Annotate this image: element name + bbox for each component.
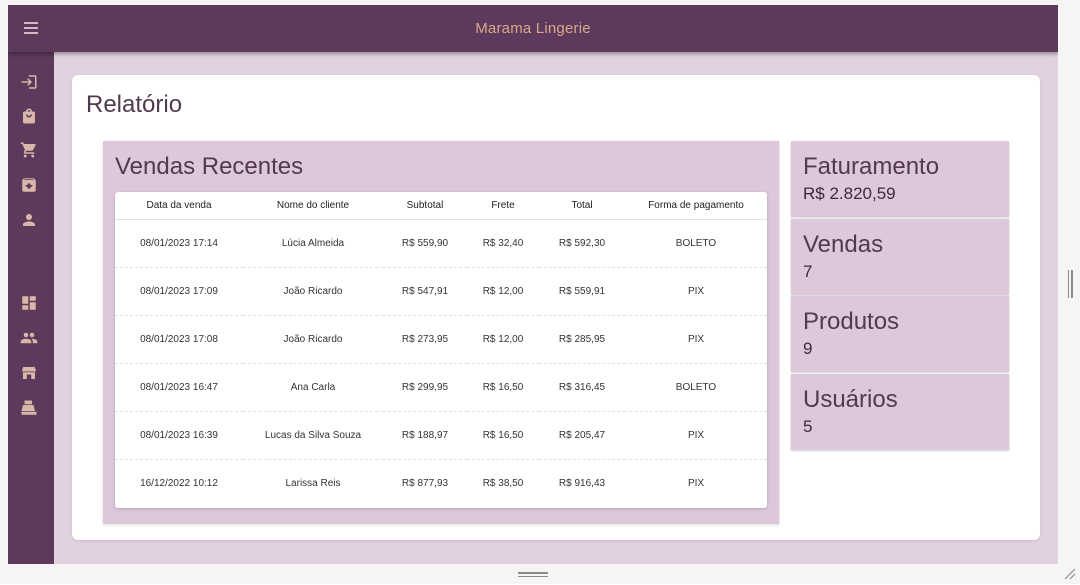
stat-card-products: Produtos 9 <box>791 296 1009 372</box>
table-row[interactable]: 08/01/2023 16:39 Lucas da Silva Souza R$… <box>115 411 767 460</box>
total: R$ 205,47 <box>539 411 625 460</box>
stat-value: 7 <box>803 261 813 281</box>
subtotal: R$ 877,93 <box>401 478 449 489</box>
stats-panel: Faturamento R$ 2.820,59 Vendas 7 Produto… <box>791 141 1009 451</box>
client-name: João Ricardo <box>243 267 383 316</box>
total: R$ 316,45 <box>539 363 625 412</box>
client-name: Ana Carla <box>243 363 383 412</box>
stat-label: Usuários <box>803 385 898 413</box>
app-window: Marama Lingerie Relatório Vendas Recente… <box>8 5 1058 564</box>
shipping: R$ 32,40 <box>467 219 539 268</box>
total: R$ 285,95 <box>539 315 625 364</box>
subtotal: R$ 547,91 <box>383 267 467 316</box>
shipping: R$ 12,00 <box>467 315 539 364</box>
sale-date: 08/01/2023 17:14 <box>115 219 243 268</box>
payment-method: BOLETO <box>625 363 767 412</box>
subtotal: R$ 188,97 <box>383 411 467 460</box>
column-header: Nome do cliente <box>243 192 383 220</box>
column-header: Frete <box>467 192 539 220</box>
cart-icon[interactable] <box>20 141 38 159</box>
login-icon[interactable] <box>20 73 38 91</box>
total: R$ 559,91 <box>539 267 625 316</box>
column-header: Subtotal <box>383 192 467 220</box>
table-row[interactable]: 08/01/2023 16:47 Ana Carla R$ 299,95 R$ … <box>115 363 767 412</box>
stat-value: 9 <box>803 339 813 358</box>
subtotal: R$ 273,95 <box>383 315 467 364</box>
sale-date: 08/01/2023 16:39 <box>115 411 243 460</box>
client-name: João Ricardo <box>243 315 383 364</box>
column-header: Total <box>539 192 625 220</box>
sale-date: 16/12/2022 10:12 <box>140 478 218 489</box>
sidebar-nav <box>8 52 54 564</box>
payment-method: PIX <box>625 267 767 316</box>
dashboard-icon[interactable] <box>20 294 38 312</box>
total: R$ 916,43 <box>558 478 606 489</box>
stat-value: R$ 2.820,59 <box>803 184 896 203</box>
corner-resize-handle-icon[interactable] <box>1062 566 1076 580</box>
shipping: R$ 38,50 <box>482 478 524 489</box>
report-card: Relatório Vendas Recentes Data da venda … <box>72 75 1040 540</box>
sale-date: 08/01/2023 17:08 <box>115 315 243 364</box>
payment-method: PIX <box>625 315 767 364</box>
stat-label: Faturamento <box>803 153 940 180</box>
sale-date: 08/01/2023 16:47 <box>115 363 243 412</box>
payment-method: PIX <box>625 411 767 460</box>
table-header-row: Data da venda Nome do cliente Subtotal F… <box>115 192 767 220</box>
shipping: R$ 16,50 <box>467 411 539 460</box>
total: R$ 592,30 <box>539 219 625 268</box>
client-name: Lucas da Silva Souza <box>243 411 383 460</box>
shipping: R$ 16,50 <box>467 363 539 412</box>
shopping-bag-icon[interactable] <box>20 107 38 125</box>
client-name: Lúcia Almeida <box>243 219 383 268</box>
table-row[interactable]: 08/01/2023 17:09 João Ricardo R$ 547,91 … <box>115 267 767 316</box>
top-app-bar: Marama Lingerie <box>8 5 1058 52</box>
table-row[interactable]: 16/12/2022 10:12 Larissa Reis R$ 877,93 … <box>115 460 767 508</box>
column-header: Data da venda <box>115 192 243 220</box>
stat-card-users: Usuários 5 <box>791 373 1009 450</box>
stat-label: Vendas <box>803 230 884 258</box>
stat-value: 5 <box>803 416 813 436</box>
page-title: Relatório <box>86 91 183 118</box>
person-icon[interactable] <box>20 211 38 229</box>
payment-method: PIX <box>687 478 705 489</box>
recent-sales-table: Data da venda Nome do cliente Subtotal F… <box>115 192 767 508</box>
recent-sales-panel: Vendas Recentes Data da venda Nome do cl… <box>103 141 779 524</box>
client-name: Larissa Reis <box>285 478 341 489</box>
recent-sales-title: Vendas Recentes <box>115 153 304 180</box>
table-row[interactable]: 08/01/2023 17:14 Lúcia Almeida R$ 559,90… <box>115 219 767 268</box>
cash-register-icon[interactable] <box>20 399 38 417</box>
side-resize-handle[interactable] <box>1066 270 1074 298</box>
subtotal: R$ 299,95 <box>383 363 467 412</box>
payment-method: BOLETO <box>625 219 767 268</box>
app-title: Marama Lingerie <box>475 20 591 37</box>
stat-card-revenue: Faturamento R$ 2.820,59 <box>791 141 1009 217</box>
table-row[interactable]: 08/01/2023 17:08 João Ricardo R$ 273,95 … <box>115 315 767 364</box>
store-icon[interactable] <box>20 364 38 382</box>
archive-icon[interactable] <box>20 176 38 194</box>
stat-label: Produtos <box>803 308 900 335</box>
sale-date: 08/01/2023 17:09 <box>115 267 243 316</box>
people-icon[interactable] <box>20 329 38 347</box>
shipping: R$ 12,00 <box>467 267 539 316</box>
window-frame: Marama Lingerie Relatório Vendas Recente… <box>0 0 1080 584</box>
stat-card-sales: Vendas 7 <box>791 218 1009 295</box>
bottom-resize-handle[interactable] <box>518 572 548 578</box>
column-header: Forma de pagamento <box>625 192 767 220</box>
subtotal: R$ 559,90 <box>383 219 467 268</box>
